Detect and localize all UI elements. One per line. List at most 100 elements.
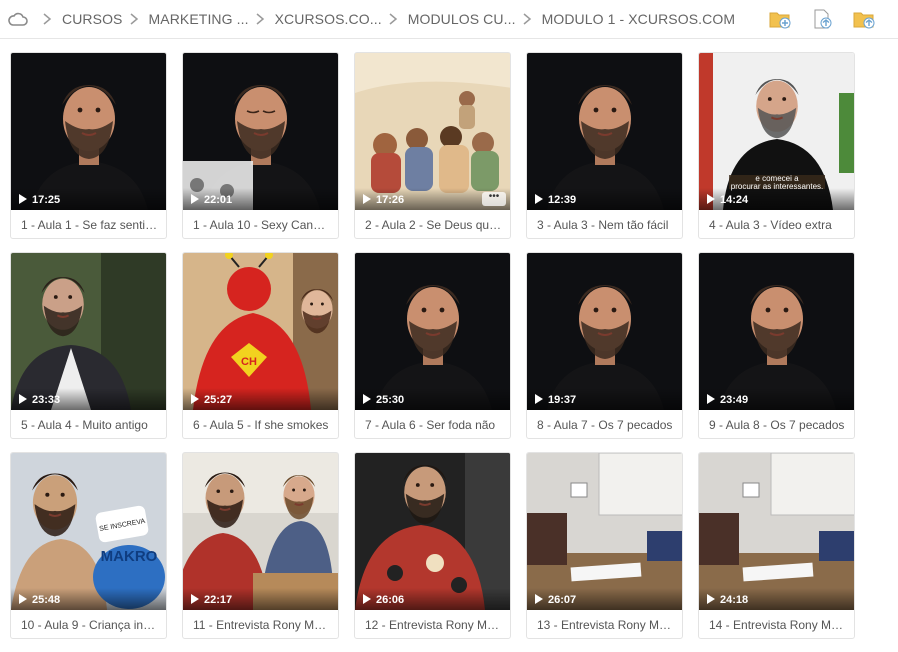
video-title[interactable]: 3 - Aula 3 - Nem tão fácil [527,210,682,238]
video-thumbnail[interactable]: 24:18 [699,453,854,610]
thumbnail-image: CH [183,253,338,410]
video-card[interactable]: MAKRO SE INSCREVA 25:48 10 - Aula 9 - Cria… [10,452,167,639]
duration-overlay: 25:27 [183,388,338,410]
breadcrumb-bar: CURSOS MARKETING ... XCURSOS.CO... MODULOS … [0,0,898,39]
video-title[interactable]: 4 - Aula 3 - Vídeo extra [699,210,854,238]
video-duration: 25:48 [32,594,61,606]
video-title[interactable]: 13 - Entrevista Rony Meisler [527,610,682,638]
video-thumbnail[interactable]: 23:49 [699,253,854,410]
duration-overlay: 17:26 ••• [355,188,510,210]
video-title[interactable]: 7 - Aula 6 - Ser foda não [355,410,510,438]
play-icon [535,594,543,604]
new-folder-icon[interactable] [768,8,792,30]
breadcrumb-label[interactable]: CURSOS [62,11,123,27]
play-icon [707,394,715,404]
video-thumbnail[interactable]: MAKRO SE INSCREVA 25:48 [11,453,166,610]
video-duration: 22:17 [204,594,233,606]
video-card[interactable]: 26:06 12 - Entrevista Rony Meisler [354,452,511,639]
video-card[interactable]: 12:39 3 - Aula 3 - Nem tão fácil [526,52,683,239]
breadcrumb-item[interactable]: MARKETING ... [123,11,249,27]
play-icon [191,194,199,204]
video-thumbnail[interactable]: 12:39 [527,53,682,210]
upload-file-icon[interactable] [810,8,834,30]
thumbnail-image [183,53,338,210]
thumbnail-image [527,53,682,210]
video-thumbnail[interactable]: 22:01 [183,53,338,210]
duration-overlay: 12:39 [527,188,682,210]
video-thumbnail[interactable]: 26:06 [355,453,510,610]
video-title[interactable]: 14 - Entrevista Rony Meisler [699,610,854,638]
video-thumbnail[interactable]: e comecei a procurar as interessantes. 14… [699,53,854,210]
play-icon [707,194,715,204]
thumbnail-image [527,253,682,410]
cloud-icon[interactable] [8,11,28,27]
breadcrumb-label[interactable]: MODULO 1 - XCURSOS.COM [542,11,736,27]
duration-overlay: 23:33 [11,388,166,410]
video-card[interactable]: 25:30 7 - Aula 6 - Ser foda não [354,252,511,439]
video-card[interactable]: 22:01 1 - Aula 10 - Sexy Canvas [182,52,339,239]
video-card[interactable]: 23:33 5 - Aula 4 - Muito antigo [10,252,167,439]
video-thumbnail[interactable]: 22:17 [183,453,338,610]
video-title[interactable]: 10 - Aula 9 - Criança interior [11,610,166,638]
duration-overlay: 17:25 [11,188,166,210]
video-title[interactable]: 5 - Aula 4 - Muito antigo [11,410,166,438]
video-card[interactable]: 26:07 13 - Entrevista Rony Meisler [526,452,683,639]
video-title[interactable]: 9 - Aula 8 - Os 7 pecados [699,410,854,438]
video-card[interactable]: 23:49 9 - Aula 8 - Os 7 pecados [698,252,855,439]
breadcrumb-item[interactable]: MODULO 1 - XCURSOS.COM [516,11,736,27]
video-title[interactable]: 2 - Aula 2 - Se Deus quiser [355,210,510,238]
more-options-icon[interactable]: ••• [482,192,506,206]
video-card[interactable]: 24:18 14 - Entrevista Rony Meisler [698,452,855,639]
duration-overlay: 14:24 [699,188,854,210]
video-title[interactable]: 8 - Aula 7 - Os 7 pecados [527,410,682,438]
upload-folder-icon[interactable] [852,8,876,30]
video-thumbnail[interactable]: CH 25:27 [183,253,338,410]
video-duration: 25:27 [204,394,233,406]
play-icon [535,194,543,204]
video-title[interactable]: 1 - Aula 1 - Se faz sentido... [11,210,166,238]
video-card[interactable]: 17:25 1 - Aula 1 - Se faz sentido... [10,52,167,239]
thumbnail-image: MAKRO SE INSCREVA [11,453,166,610]
video-thumbnail[interactable]: 26:07 [527,453,682,610]
chevron-right-icon [43,13,52,25]
breadcrumb-label[interactable]: MODULOS CU... [408,11,516,27]
video-thumbnail[interactable]: 17:26 ••• [355,53,510,210]
thumbnail-image: e comecei a procurar as interessantes. [699,53,854,210]
video-thumbnail[interactable]: 25:30 [355,253,510,410]
duration-overlay: 24:18 [699,588,854,610]
video-card[interactable]: e comecei a procurar as interessantes. 14… [698,52,855,239]
video-card[interactable]: 17:26 ••• 2 - Aula 2 - Se Deus quiser [354,52,511,239]
duration-overlay: 22:01 [183,188,338,210]
video-duration: 26:06 [376,594,405,606]
breadcrumb-label[interactable]: MARKETING ... [149,11,249,27]
breadcrumb-label[interactable]: XCURSOS.CO... [275,11,382,27]
video-title[interactable]: 12 - Entrevista Rony Meisler [355,610,510,638]
toolbar-actions [768,8,876,30]
video-title[interactable]: 11 - Entrevista Rony Meisler [183,610,338,638]
video-thumbnail[interactable]: 23:33 [11,253,166,410]
video-card[interactable]: CH 25:27 6 - Aula 5 - If she smokes [182,252,339,439]
thumbnail-image [355,253,510,410]
video-thumbnail[interactable]: 17:25 [11,53,166,210]
duration-overlay: 23:49 [699,388,854,410]
video-thumbnail[interactable]: 19:37 [527,253,682,410]
duration-overlay: 25:48 [11,588,166,610]
play-icon [363,394,371,404]
video-duration: 26:07 [548,594,577,606]
video-duration: 23:49 [720,394,749,406]
video-duration: 25:30 [376,394,405,406]
chevron-right-icon [389,13,397,25]
play-icon [707,594,715,604]
video-card[interactable]: 22:17 11 - Entrevista Rony Meisler [182,452,339,639]
play-icon [19,394,27,404]
video-title[interactable]: 6 - Aula 5 - If she smokes [183,410,338,438]
video-title[interactable]: 1 - Aula 10 - Sexy Canvas [183,210,338,238]
play-icon [19,194,27,204]
breadcrumb-item[interactable]: XCURSOS.CO... [249,11,382,27]
breadcrumb-item[interactable]: MODULOS CU... [382,11,516,27]
breadcrumb-item[interactable]: CURSOS [36,11,123,27]
video-card[interactable]: 19:37 8 - Aula 7 - Os 7 pecados [526,252,683,439]
thumbnail-image [11,253,166,410]
play-icon [191,594,199,604]
thumbnail-image [527,453,682,610]
